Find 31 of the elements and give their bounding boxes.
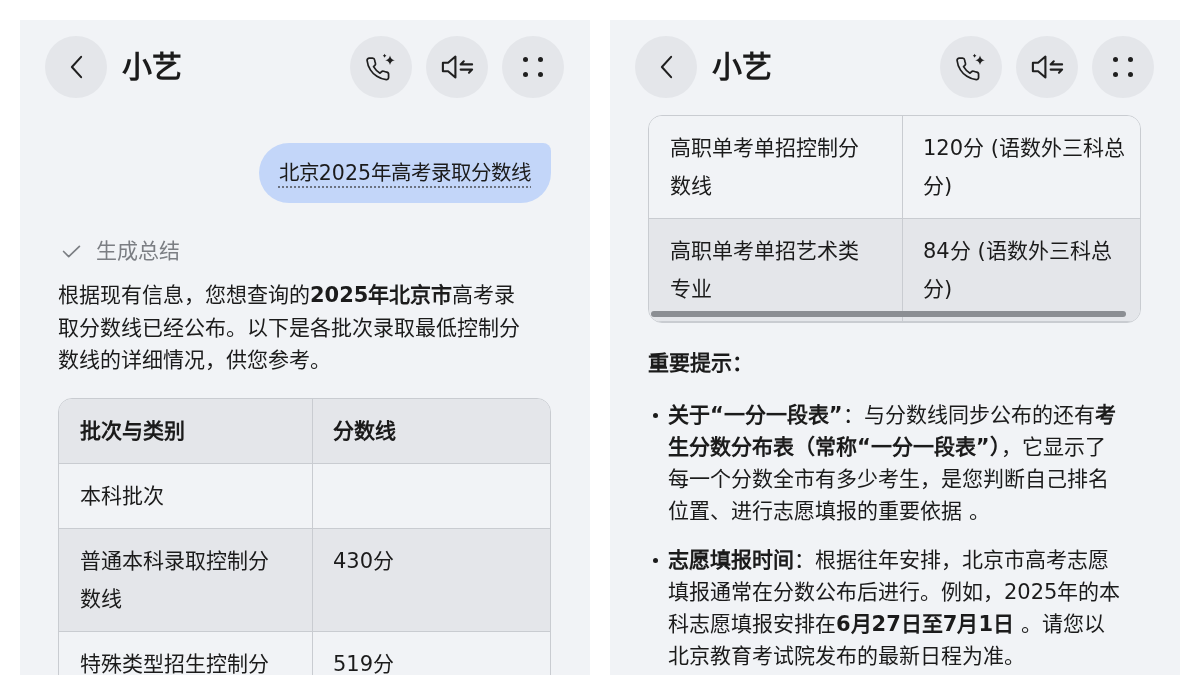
four-dots-icon xyxy=(1113,57,1133,77)
status-text: 生成总结 xyxy=(96,238,180,265)
table-cell: 519分 xyxy=(333,651,395,675)
bullet-text: 关于“一分一段表”：与分数线同步公布的还有考生分数分布表（常称“一分一段表”），它显示了每一个分数全市有多少考生，是您判断自己排名位置、进行志愿填报的重要依据 。 xyxy=(668,402,1117,525)
table-cell: 120分 (语数外三科总分) xyxy=(923,136,1125,198)
table-cell: 普通本科录取控制分数线 xyxy=(80,548,269,611)
phone-sparkle-icon xyxy=(366,52,396,82)
table-cell: 84分 (语数外三科总分) xyxy=(923,239,1112,301)
summary-paragraph: 根据现有信息，您想查询的2025年北京市高考录取分数线已经公布。以下是各批次录取最低控制分数线的详细情况，供您参考。 xyxy=(58,282,521,374)
table-cell: 高职单考单招艺术类专业 xyxy=(670,239,859,301)
four-dots-icon xyxy=(523,57,543,77)
chat-title: 小艺 xyxy=(712,48,772,86)
bullet-icon xyxy=(653,558,658,563)
phone-sparkle-icon xyxy=(956,52,986,82)
table-cell: 高职单考单招控制分数线 xyxy=(670,136,859,198)
speaker-arrows-icon xyxy=(1030,55,1064,79)
back-icon xyxy=(69,55,83,79)
horizontal-scrollbar[interactable] xyxy=(651,311,1126,317)
bullet-icon xyxy=(653,413,658,418)
user-message: 北京2025年高考录取分数线 xyxy=(258,143,551,203)
back-icon xyxy=(659,55,673,79)
table-cell: 本科批次 xyxy=(80,483,164,508)
speaker-arrows-icon xyxy=(440,55,474,79)
column-header: 批次与类别 xyxy=(80,418,185,443)
column-header: 分数线 xyxy=(333,418,396,443)
section-heading: 重要提示： xyxy=(648,350,754,377)
chat-title: 小艺 xyxy=(122,48,182,86)
check-icon xyxy=(62,244,81,258)
table-cell: 特殊类型招生控制分 xyxy=(80,651,269,675)
table-cell: 430分 xyxy=(333,548,395,573)
bullet-text: 志愿填报时间：根据往年安排，北京市高考志愿填报通常在分数公布后进行。例如，2025年的本科志愿填报安排在6月27日至7月1日 。请您以北京教育考试院发布的最新日程为准。 xyxy=(668,547,1122,670)
